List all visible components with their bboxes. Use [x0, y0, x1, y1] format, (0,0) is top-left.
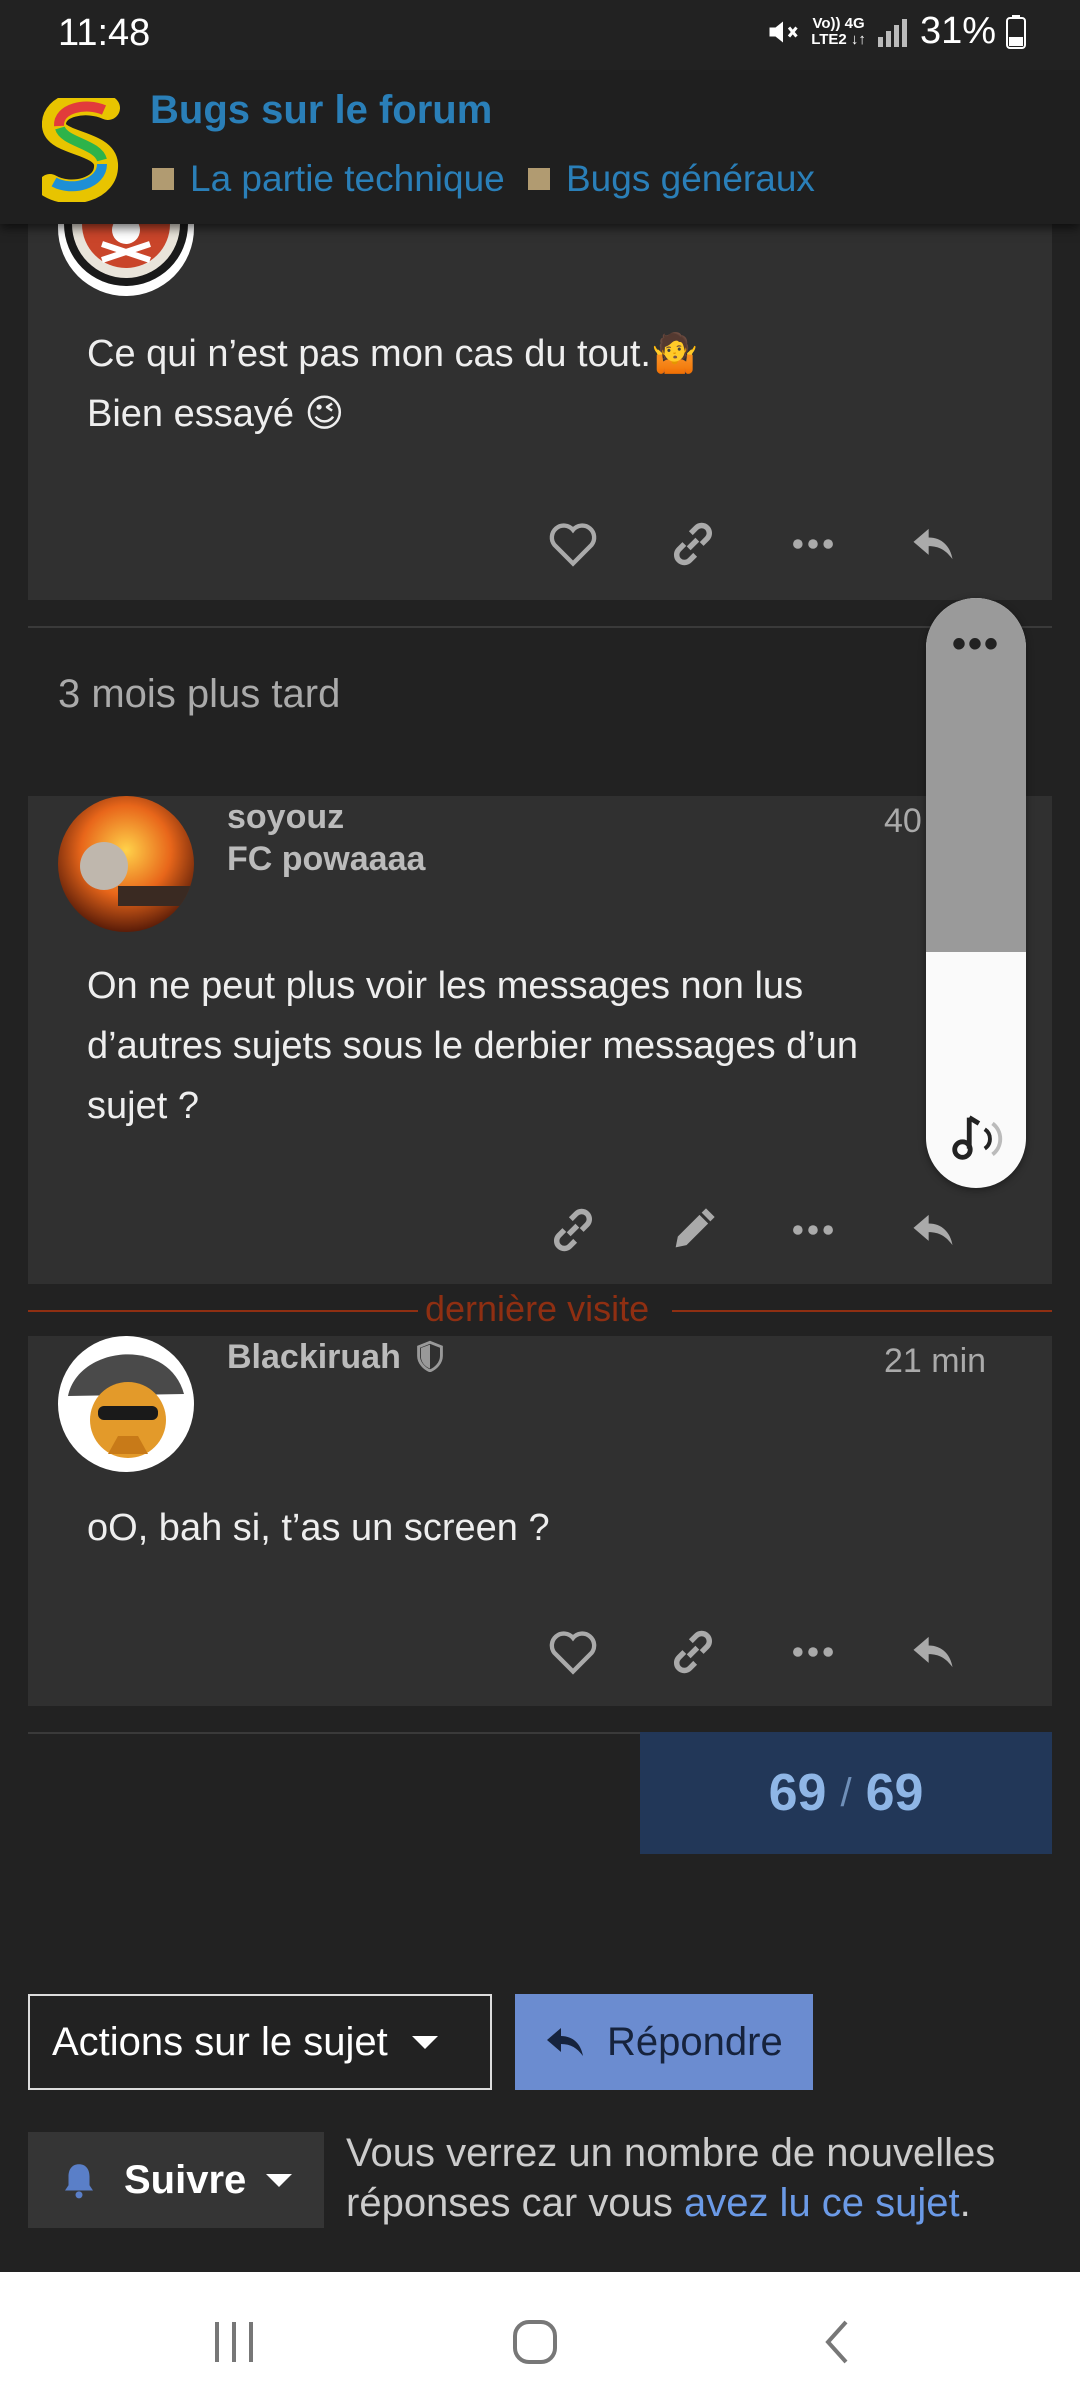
recent-apps-button[interactable]	[194, 2302, 274, 2382]
battery-icon	[1006, 14, 1026, 49]
moderator-shield-icon	[417, 1340, 444, 1373]
status-bar: 11:48 Vo)) 4G LTE2 ↓↑ 31%	[0, 0, 1080, 70]
back-icon	[825, 2320, 848, 2364]
post-card: soyouz FC powaaaa 40 On ne peut plus voi…	[28, 796, 1052, 1284]
network-indicator: Vo)) 4G LTE2 ↓↑	[811, 14, 866, 48]
progress-current: 69	[768, 1764, 827, 1822]
last-visit-line	[672, 1310, 1052, 1312]
avatar[interactable]	[58, 1336, 194, 1472]
topic-actions-button[interactable]: Actions sur le sujet	[28, 1994, 492, 2090]
divider	[28, 626, 1052, 628]
reply-post-button[interactable]	[903, 1622, 963, 1682]
share-link-button[interactable]	[663, 514, 723, 574]
topic-actions-label: Actions sur le sujet	[52, 2019, 388, 2064]
category-label: Bugs généraux	[566, 158, 815, 199]
username[interactable]: soyouz	[227, 798, 344, 837]
system-navigation-bar	[0, 2272, 1080, 2408]
back-button[interactable]	[798, 2302, 878, 2382]
share-link-button[interactable]	[543, 1200, 603, 1260]
post-body: Ce qui n’est pas mon cas du tout.🤷 Bien …	[87, 333, 699, 435]
signal-icon	[877, 18, 907, 47]
media-volume-icon	[952, 1115, 1003, 1160]
share-link-button[interactable]	[663, 1622, 723, 1682]
edit-button[interactable]	[663, 1200, 723, 1260]
divider	[28, 1732, 640, 1734]
more-icon	[793, 539, 833, 549]
category-badge-bugs[interactable]: Bugs généraux	[528, 158, 815, 200]
follow-label: Suivre	[124, 2157, 247, 2202]
post-time[interactable]: 21 min	[884, 1342, 986, 1381]
avatar[interactable]	[58, 796, 194, 932]
link-icon	[553, 1208, 593, 1252]
reply-post-button[interactable]	[903, 514, 963, 574]
like-button[interactable]	[543, 1622, 603, 1682]
post-actions	[543, 1200, 963, 1260]
post-time[interactable]: 40	[884, 802, 922, 841]
notification-reason: Vous verrez un nombre de nouvelles répon…	[346, 2131, 996, 2225]
category-color-swatch	[152, 168, 174, 190]
last-visit-label: dernière visite	[425, 1288, 650, 1329]
forum-logo[interactable]	[42, 98, 120, 202]
progress-total: 69	[865, 1764, 924, 1822]
reply-label: Répondre	[607, 2019, 783, 2064]
recents-icon	[215, 2322, 253, 2362]
post-body: On ne peut plus voir les messages non lu…	[87, 965, 858, 1127]
progress-separator: /	[840, 1770, 852, 1815]
username[interactable]: Blackiruah	[227, 1338, 444, 1377]
time-gap-label: 3 mois plus tard	[58, 672, 341, 716]
volume-menu-button[interactable]: •••	[926, 622, 1026, 667]
topic-progress[interactable]: 69 / 69	[640, 1732, 1052, 1854]
caret-down-icon	[411, 2035, 438, 2049]
heart-icon	[549, 523, 597, 567]
category-label: La partie technique	[190, 158, 505, 199]
reply-icon	[547, 2028, 583, 2056]
post-actions	[543, 514, 963, 574]
mute-icon	[769, 21, 798, 42]
notification-level-button[interactable]: Suivre	[28, 2132, 324, 2228]
reply-post-button[interactable]	[903, 1200, 963, 1260]
more-button[interactable]	[783, 1200, 843, 1260]
more-icon	[793, 1225, 833, 1235]
reply-icon	[913, 1636, 953, 1668]
pencil-icon	[675, 1208, 715, 1248]
post-card: Blackiruah 21 min oO, bah si, t’as un sc…	[28, 1336, 1052, 1706]
category-badge-technique[interactable]: La partie technique	[152, 158, 505, 200]
more-icon	[793, 1647, 833, 1657]
reply-icon	[913, 528, 953, 560]
link-icon	[673, 522, 713, 566]
last-visit-line	[28, 1310, 418, 1312]
reply-icon	[913, 1214, 953, 1246]
user-title: FC powaaaa	[227, 840, 426, 878]
topic-title[interactable]: Bugs sur le forum	[150, 88, 492, 133]
volume-slider[interactable]: •••	[926, 598, 1026, 1188]
caret-down-icon	[266, 2173, 293, 2187]
heart-icon	[549, 1631, 597, 1675]
more-button[interactable]	[783, 1622, 843, 1682]
bell-icon	[65, 2164, 93, 2199]
status-time: 11:48	[58, 12, 151, 54]
like-button[interactable]	[543, 514, 603, 574]
category-color-swatch	[528, 168, 550, 190]
read-topic-link[interactable]: avez lu ce sujet	[684, 2181, 960, 2225]
post-card: Ce qui n’est pas mon cas du tout.🤷 Bien …	[28, 184, 1052, 600]
topic-header: Bugs sur le forum La partie technique Bu…	[0, 70, 1080, 224]
battery-percent: 31%	[919, 10, 996, 52]
reply-button[interactable]: Répondre	[515, 1994, 813, 2090]
more-button[interactable]	[783, 514, 843, 574]
status-icons: Vo)) 4G LTE2 ↓↑ 31%	[765, 10, 1026, 53]
post-actions	[543, 1622, 963, 1682]
home-button[interactable]	[495, 2302, 575, 2382]
home-icon	[513, 2320, 557, 2364]
post-body: oO, bah si, t’as un screen ?	[87, 1507, 550, 1549]
link-icon	[673, 1630, 713, 1674]
